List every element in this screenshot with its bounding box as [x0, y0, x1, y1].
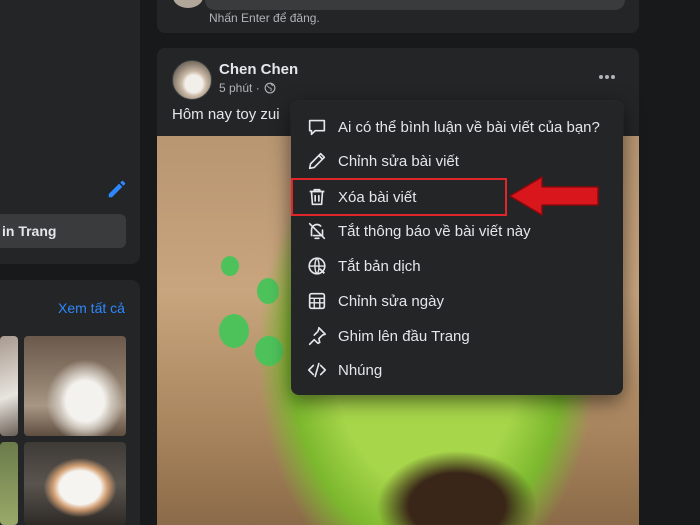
post-author[interactable]: Chen Chen — [219, 61, 298, 78]
trash-icon — [309, 188, 325, 206]
menu-item-label: Chỉnh sửa bài viết — [338, 152, 459, 170]
more-options-button[interactable] — [593, 65, 621, 89]
menu-item-edit-post[interactable]: Chỉnh sửa bài viết — [299, 144, 615, 178]
menu-item-label: Ai có thể bình luận về bài viết của bạn? — [338, 118, 600, 136]
globe-icon — [264, 82, 276, 94]
photo-thumbnail[interactable] — [24, 442, 126, 525]
avatar[interactable] — [172, 60, 212, 100]
post-timestamp-row: 5 phút · — [219, 81, 276, 95]
comment-input[interactable] — [205, 0, 625, 10]
menu-item-edit-date[interactable]: Chỉnh sửa ngày — [299, 284, 615, 318]
code-icon — [307, 362, 327, 378]
image-spot — [219, 314, 249, 348]
bell-off-icon — [308, 222, 326, 240]
globe-translate-icon — [308, 257, 326, 275]
pencil-icon — [308, 152, 326, 170]
calendar-icon — [308, 292, 326, 310]
image-spot — [257, 278, 279, 304]
post-text: Hôm nay toy zui — [172, 106, 280, 123]
composer-hint: Nhấn Enter để đăng. — [209, 11, 320, 25]
menu-item-pin-to-top[interactable]: Ghim lên đầu Trang — [299, 319, 615, 353]
view-page-button[interactable]: in Trang — [0, 214, 126, 248]
more-dots-icon — [599, 75, 615, 79]
menu-item-label: Nhúng — [338, 361, 383, 379]
menu-item-turn-off-translation[interactable]: Tắt bản dịch — [299, 249, 615, 283]
menu-item-label: Tắt thông báo về bài viết này — [338, 222, 531, 240]
pin-icon — [308, 326, 327, 346]
image-spot — [255, 336, 283, 366]
edit-pencil-icon[interactable] — [106, 178, 128, 200]
image-spot — [221, 256, 239, 276]
post-time[interactable]: 5 phút · — [219, 81, 260, 95]
menu-item-label: Xóa bài viết — [338, 188, 417, 206]
menu-item-delete-post[interactable]: Xóa bài viết — [291, 178, 507, 216]
menu-item-mute-notifications[interactable]: Tắt thông báo về bài viết này — [299, 214, 615, 248]
menu-item-embed[interactable]: Nhúng — [299, 353, 615, 387]
photo-thumbnail[interactable] — [0, 336, 18, 436]
red-arrow-icon — [509, 176, 599, 216]
menu-item-label: Tắt bản dịch — [338, 257, 421, 275]
menu-item-label: Ghim lên đầu Trang — [338, 327, 470, 345]
menu-item-label: Chỉnh sửa ngày — [338, 292, 444, 310]
photo-thumbnail[interactable] — [24, 336, 126, 436]
comment-icon — [308, 119, 326, 136]
menu-item-who-can-comment[interactable]: Ai có thể bình luận về bài viết của bạn? — [299, 110, 615, 144]
photo-thumbnail[interactable] — [0, 442, 18, 525]
see-all-link[interactable]: Xem tất cả — [58, 300, 125, 316]
